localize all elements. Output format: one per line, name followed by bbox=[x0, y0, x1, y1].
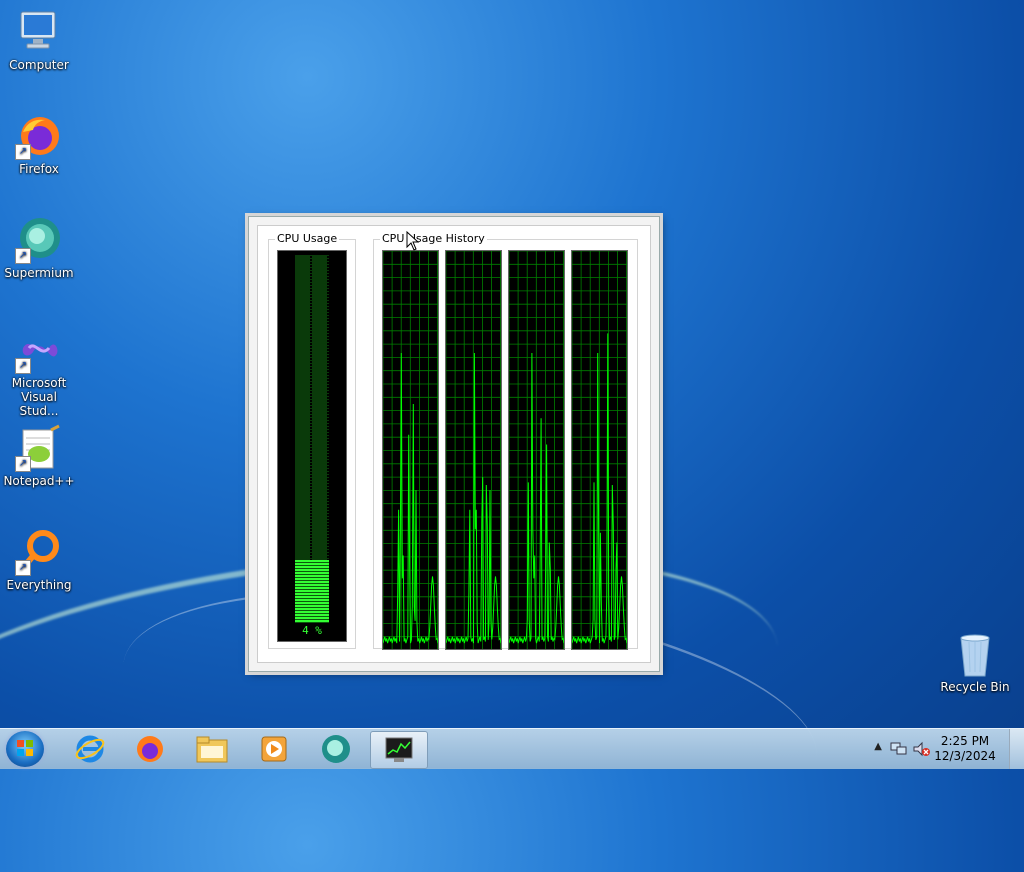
desktop-icon-label: Recycle Bin bbox=[940, 680, 1010, 694]
cpu-core-graph bbox=[571, 250, 628, 650]
cpu-usage-label: CPU Usage bbox=[275, 232, 340, 245]
taskbar: ▲ 2:25 PM 12/3/2024 bbox=[0, 728, 1024, 769]
desktop-icon-recycle-bin[interactable]: Recycle Bin bbox=[937, 630, 1013, 694]
volume-muted-icon[interactable] bbox=[912, 741, 930, 757]
cpu-usage-window[interactable]: CPU Usage 4 % CPU Usage History bbox=[248, 216, 660, 672]
taskbar-file-explorer[interactable] bbox=[184, 731, 240, 767]
file-explorer-icon bbox=[196, 736, 228, 763]
start-button[interactable] bbox=[6, 731, 44, 767]
shortcut-arrow-icon: ↗ bbox=[15, 144, 31, 160]
show-hidden-icons-chevron-icon[interactable]: ▲ bbox=[874, 741, 882, 752]
cpu-usage-meter: 4 % bbox=[277, 250, 347, 642]
taskbar-media-player[interactable] bbox=[246, 731, 302, 767]
windows-logo-icon bbox=[17, 740, 33, 756]
clock-time: 2:25 PM bbox=[940, 734, 990, 748]
supermium-icon bbox=[322, 735, 350, 763]
computer-icon bbox=[15, 8, 63, 56]
desktop-icon-label: Notepad++ bbox=[3, 474, 75, 488]
firefox-icon: ↗ bbox=[15, 112, 63, 160]
internet-explorer-icon bbox=[75, 735, 105, 763]
firefox-icon bbox=[137, 736, 163, 762]
network-icon[interactable] bbox=[890, 741, 908, 757]
taskbar-internet-explorer[interactable] bbox=[62, 731, 118, 767]
cpu-meter-empty-leds bbox=[295, 255, 329, 607]
cpu-usage-panel: CPU Usage 4 % CPU Usage History bbox=[257, 225, 651, 663]
cpu-meter-fill bbox=[295, 560, 329, 623]
shortcut-arrow-icon: ↗ bbox=[15, 248, 31, 264]
recycle-bin-icon bbox=[951, 630, 999, 678]
desktop-icon-label: Everything bbox=[6, 578, 72, 592]
shortcut-arrow-icon: ↗ bbox=[15, 456, 31, 472]
cpu-core-graph bbox=[508, 250, 565, 650]
cpu-core-graph bbox=[382, 250, 439, 650]
shortcut-arrow-icon: ↗ bbox=[15, 358, 31, 374]
notepadpp-icon: ↗ bbox=[15, 424, 63, 472]
shortcut-arrow-icon: ↗ bbox=[15, 560, 31, 576]
desktop-icon-label: Computer bbox=[9, 58, 69, 72]
desktop-icon-label: Firefox bbox=[19, 162, 59, 176]
desktop-icon-label: Microsoft bbox=[11, 376, 67, 390]
taskbar-task-manager[interactable] bbox=[370, 731, 428, 769]
supermium-icon: ↗ bbox=[15, 216, 63, 264]
cpu-history-label: CPU Usage History bbox=[380, 232, 487, 245]
desktop-icon-everything[interactable]: ↗ Everything bbox=[1, 528, 77, 592]
desktop-icon-computer[interactable]: Computer bbox=[1, 8, 77, 72]
taskbar-supermium[interactable] bbox=[308, 731, 364, 767]
clock[interactable]: 2:25 PM 12/3/2024 bbox=[930, 734, 1000, 764]
clock-date: 12/3/2024 bbox=[934, 749, 996, 763]
cpu-history-group: CPU Usage History bbox=[373, 232, 638, 650]
cpu-usage-group: CPU Usage 4 % bbox=[268, 232, 356, 649]
show-desktop-button[interactable] bbox=[1009, 729, 1024, 769]
desktop-icon-visual-studio[interactable]: ↗ Microsoft Visual Stud... bbox=[1, 326, 77, 418]
mouse-cursor-icon bbox=[406, 231, 420, 251]
desktop-icon-label: Supermium bbox=[4, 266, 74, 280]
desktop-icon-firefox[interactable]: ↗ Firefox bbox=[1, 112, 77, 176]
taskbar-firefox[interactable] bbox=[122, 731, 178, 767]
desktop-icon-supermium[interactable]: ↗ Supermium bbox=[1, 216, 77, 280]
everything-icon: ↗ bbox=[15, 528, 63, 576]
desktop-icon-notepadpp[interactable]: ↗ Notepad++ bbox=[1, 424, 77, 488]
desktop-icon-label: Visual Stud... bbox=[19, 390, 59, 418]
media-player-icon bbox=[261, 736, 287, 762]
task-manager-icon bbox=[385, 737, 413, 762]
cpu-core-graph bbox=[445, 250, 502, 650]
cpu-usage-value: 4 % bbox=[302, 624, 322, 637]
visual-studio-icon: ↗ bbox=[15, 326, 63, 374]
